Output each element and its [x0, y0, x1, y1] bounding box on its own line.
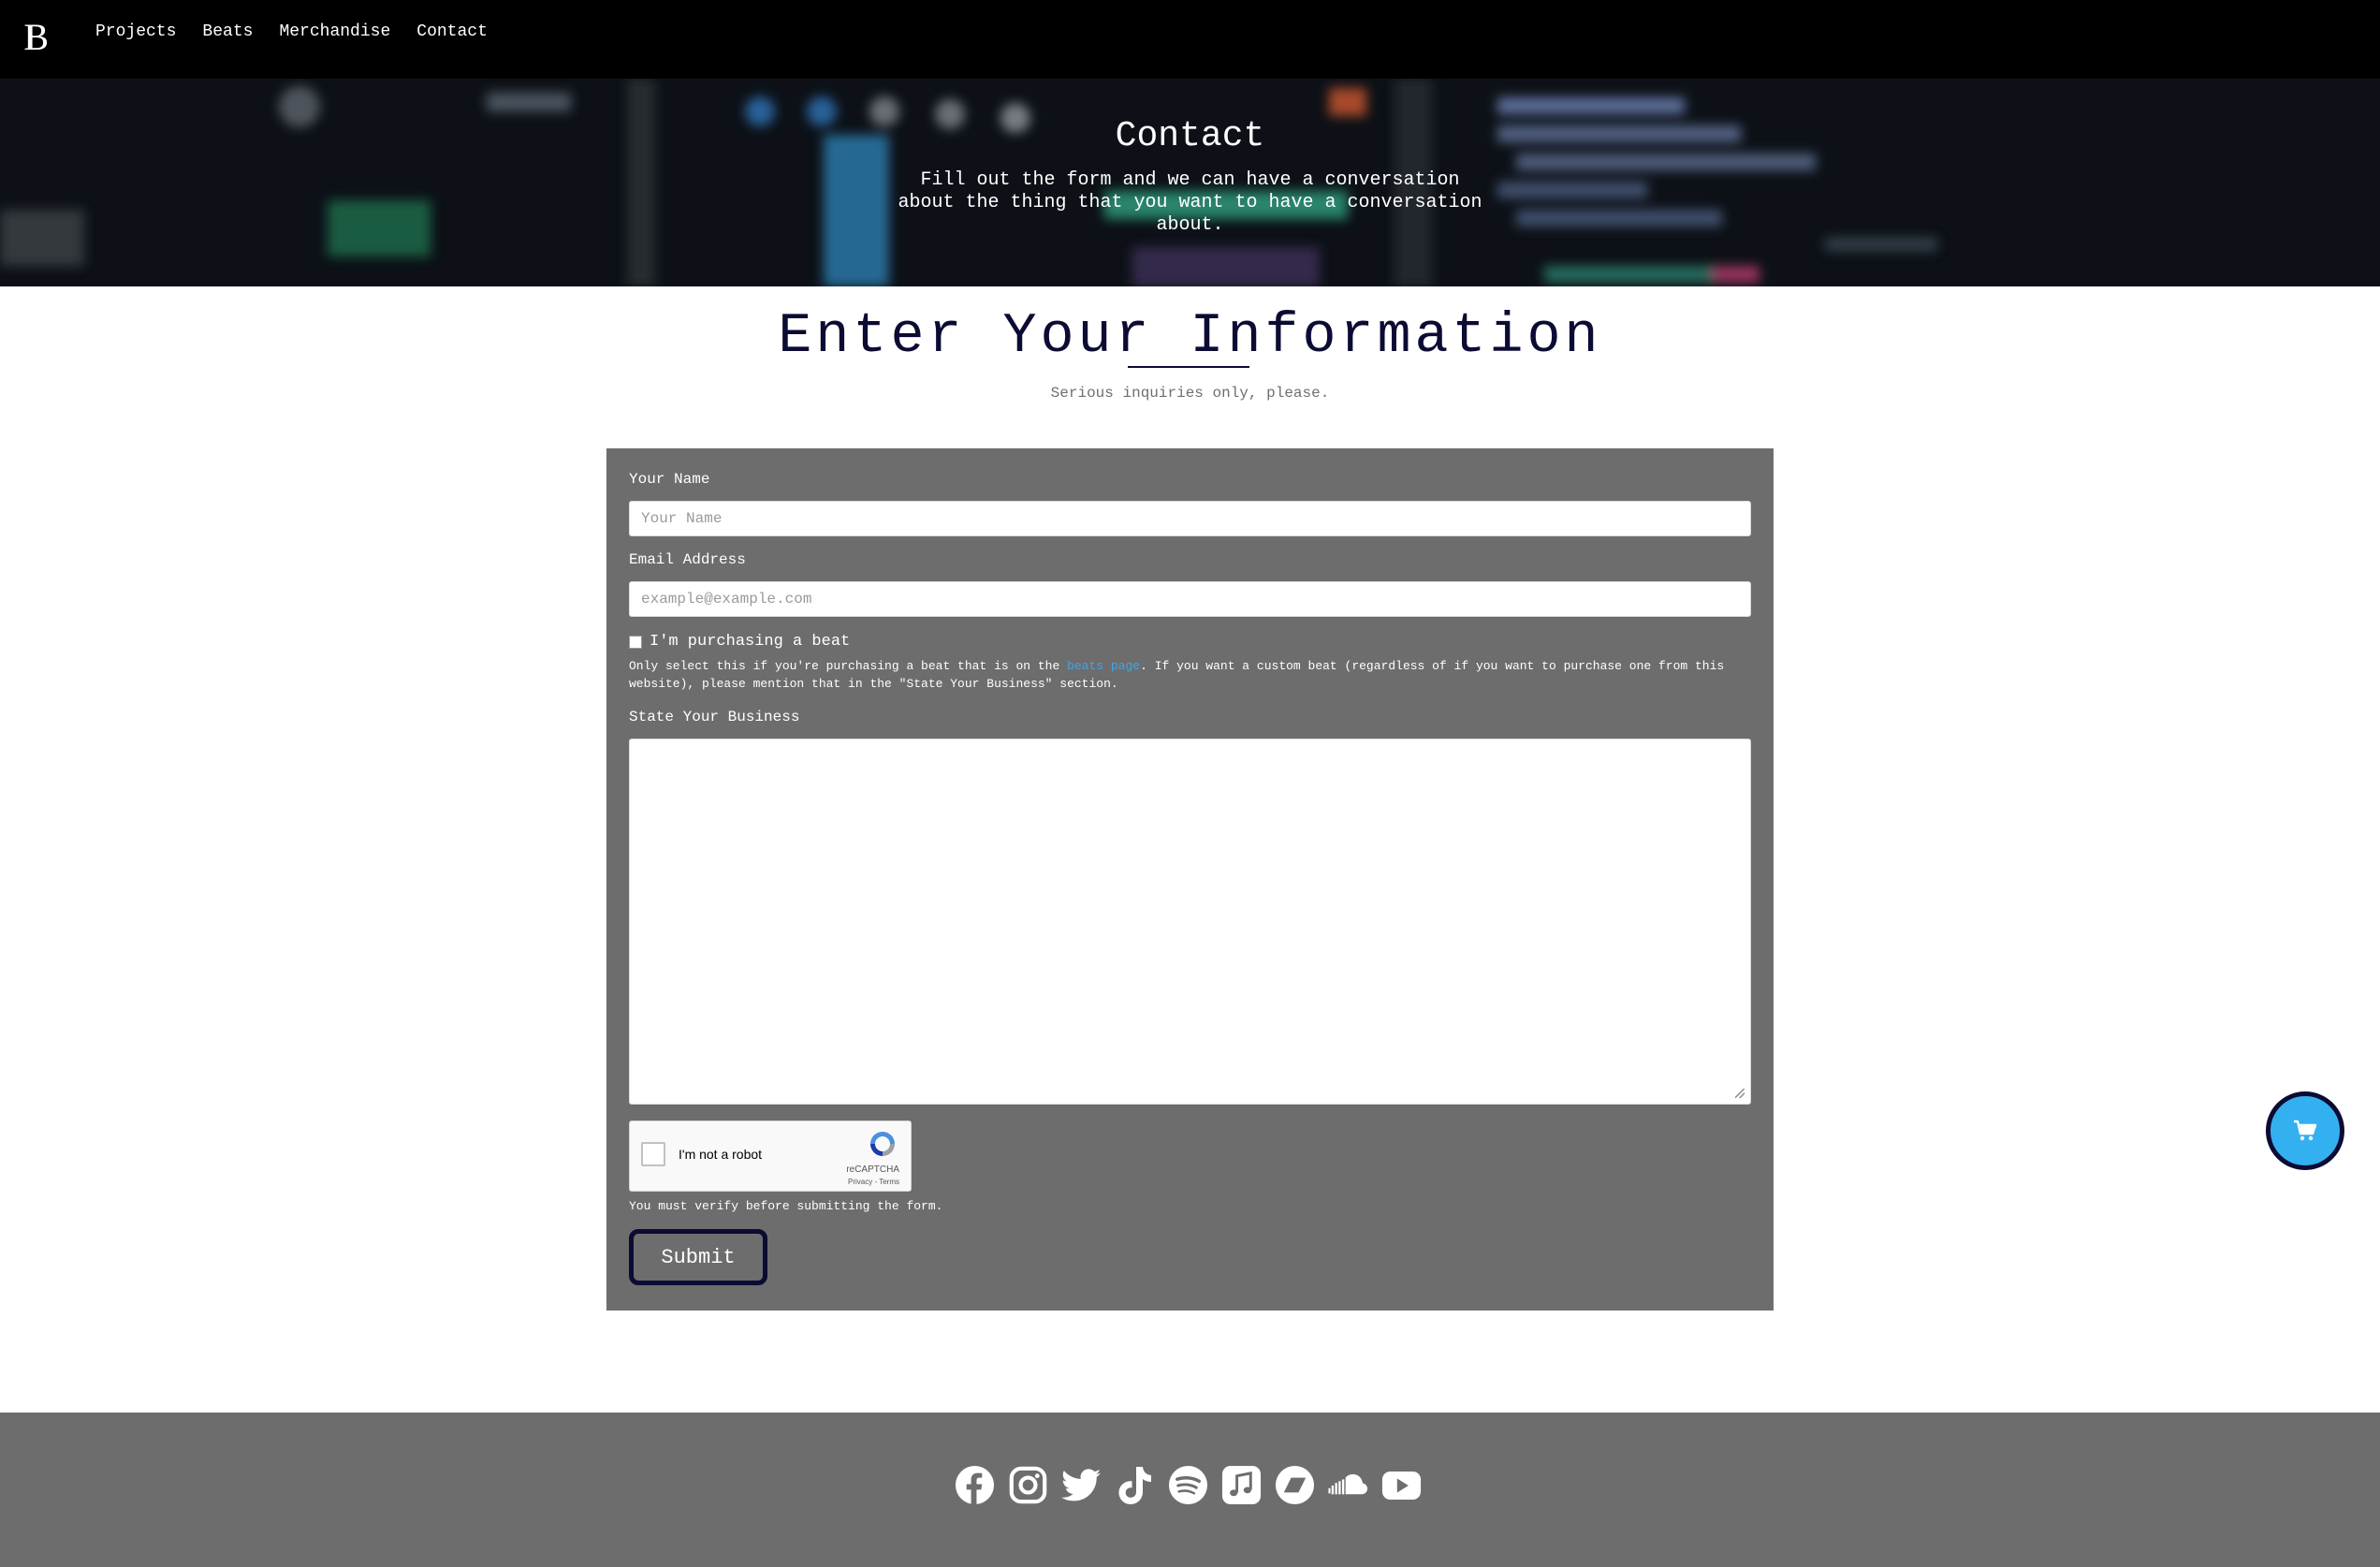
cart-button[interactable]: [2266, 1091, 2344, 1170]
spotify-icon[interactable]: [1168, 1465, 1208, 1505]
recaptcha-label: I'm not a robot: [679, 1147, 763, 1162]
site-logo[interactable]: IB: [24, 19, 62, 56]
youtube-icon[interactable]: [1381, 1465, 1422, 1505]
instagram-icon[interactable]: [1008, 1465, 1048, 1505]
page-title: Enter Your Information: [778, 305, 1602, 369]
recaptcha-brand: reCAPTCHA: [846, 1164, 899, 1175]
resize-handle-icon[interactable]: [1735, 1089, 1745, 1098]
hero-banner: Contact Fill out the form and we can hav…: [0, 79, 2380, 286]
beat-checkbox-row: I'm purchasing a beat: [629, 633, 850, 651]
email-input[interactable]: [629, 581, 1751, 617]
page-subtitle: Serious inquiries only, please.: [1050, 385, 1330, 402]
beat-checkbox[interactable]: [629, 635, 642, 649]
beat-help-text: Only select this if you're purchasing a …: [629, 657, 1751, 693]
hero-subtitle: Fill out the form and we can have a conv…: [898, 169, 1482, 236]
submit-button[interactable]: Submit: [629, 1229, 767, 1285]
business-textarea[interactable]: [629, 739, 1751, 1105]
top-nav: IB Projects Beats Merchandise Contact: [0, 0, 2380, 79]
business-label: State Your Business: [629, 709, 800, 725]
social-links: [955, 1465, 1422, 1505]
tiktok-icon[interactable]: [1115, 1465, 1155, 1505]
apple-music-icon[interactable]: [1221, 1465, 1262, 1505]
soundcloud-icon[interactable]: [1328, 1465, 1368, 1505]
email-label: Email Address: [629, 551, 746, 568]
name-input[interactable]: [629, 501, 1751, 536]
recaptcha-terms-link[interactable]: Privacy - Terms: [848, 1178, 899, 1186]
beats-page-link[interactable]: beats page: [1067, 659, 1140, 673]
cart-icon: [2294, 1120, 2317, 1141]
twitter-icon[interactable]: [1061, 1465, 1102, 1505]
title-underline: [1128, 366, 1249, 368]
hero-title: Contact: [1115, 116, 1265, 156]
beat-checkbox-label[interactable]: I'm purchasing a beat: [650, 633, 850, 651]
nav-links: Projects Beats Merchandise Contact: [95, 22, 514, 41]
verify-note: You must verify before submitting the fo…: [629, 1199, 943, 1213]
bandcamp-icon[interactable]: [1275, 1465, 1315, 1505]
recaptcha-checkbox[interactable]: [641, 1142, 665, 1166]
recaptcha-widget: I'm not a robot reCAPTCHA Privacy - Term…: [629, 1120, 912, 1192]
contact-form: Your Name Email Address I'm purchasing a…: [606, 448, 1774, 1311]
facebook-icon[interactable]: [955, 1465, 995, 1505]
nav-link-projects[interactable]: Projects: [95, 22, 176, 41]
recaptcha-logo-icon: [870, 1132, 895, 1156]
nav-link-contact[interactable]: Contact: [416, 22, 488, 41]
nav-link-merchandise[interactable]: Merchandise: [279, 22, 390, 41]
nav-link-beats[interactable]: Beats: [202, 22, 253, 41]
name-label: Your Name: [629, 471, 710, 488]
help-text-before: Only select this if you're purchasing a …: [629, 659, 1068, 673]
